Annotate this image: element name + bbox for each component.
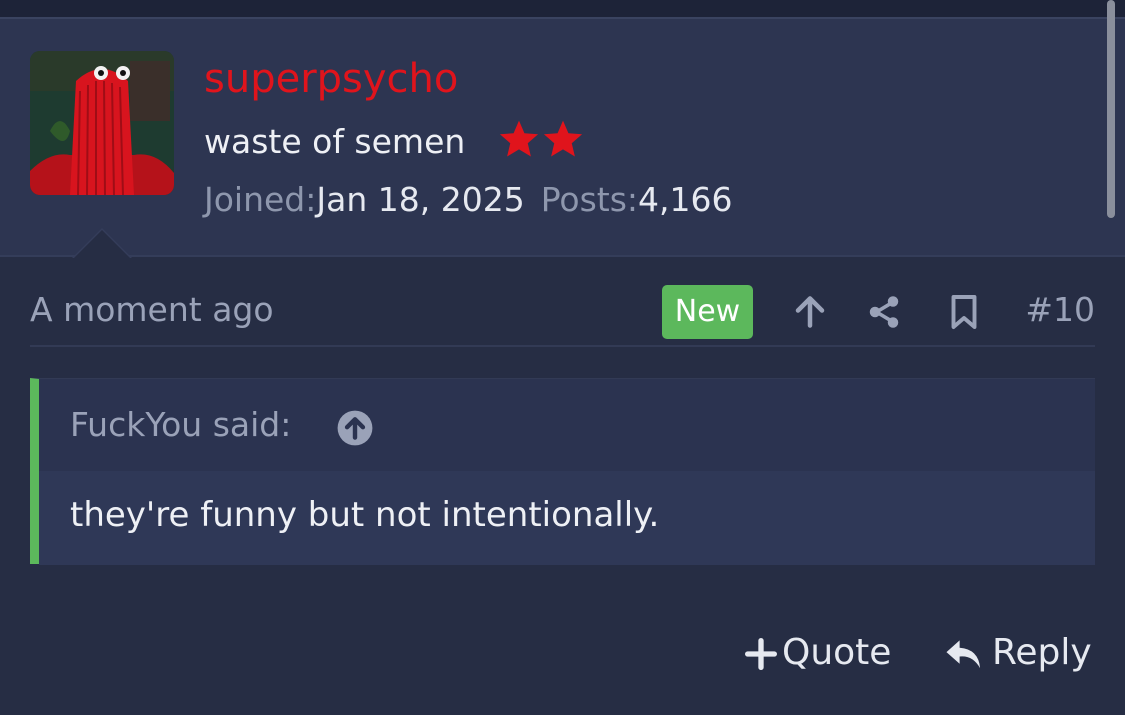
panel-pointer [74, 230, 130, 258]
quote-button[interactable]: Quote [745, 632, 895, 678]
post-meta-row: A moment ago New #10 [30, 284, 1095, 346]
posts-value[interactable]: 4,166 [638, 180, 732, 219]
user-stats: Joined:Jan 18, 2025 Posts:4,166 [204, 180, 733, 219]
scrollbar[interactable] [1107, 0, 1115, 218]
quote-author[interactable]: FuckYou said: [70, 405, 291, 444]
bookmark-icon[interactable] [946, 294, 982, 330]
joined-label: Joined: [204, 180, 317, 219]
meta-divider [30, 345, 1095, 347]
reply-button[interactable]: Reply [945, 632, 1095, 678]
quote-block: FuckYou said: they're funny but not inte… [30, 378, 1095, 565]
post-number[interactable]: #10 [1025, 290, 1095, 329]
arrow-up-icon[interactable] [792, 294, 828, 330]
new-badge: New [662, 285, 753, 339]
quote-jump-icon[interactable] [336, 409, 374, 447]
joined-value: Jan 18, 2025 [316, 180, 525, 219]
star-icon [499, 120, 539, 157]
reply-button-label: Reply [992, 632, 1092, 673]
top-strip [0, 0, 1125, 18]
quote-text: they're funny but not intentionally. [70, 495, 660, 535]
quote-content: they're funny but not intentionally. [39, 471, 1095, 565]
share-icon[interactable] [866, 294, 902, 330]
username[interactable]: superpsycho [204, 56, 458, 102]
quote-button-label: Quote [782, 632, 892, 673]
reply-icon [946, 640, 981, 669]
post-timestamp[interactable]: A moment ago [30, 290, 274, 329]
plus-icon [745, 638, 777, 670]
posts-label: Posts: [540, 180, 639, 219]
user-title: waste of semen [204, 122, 466, 161]
avatar[interactable] [30, 51, 174, 195]
star-icon [543, 120, 583, 157]
rank-stars [498, 118, 584, 164]
